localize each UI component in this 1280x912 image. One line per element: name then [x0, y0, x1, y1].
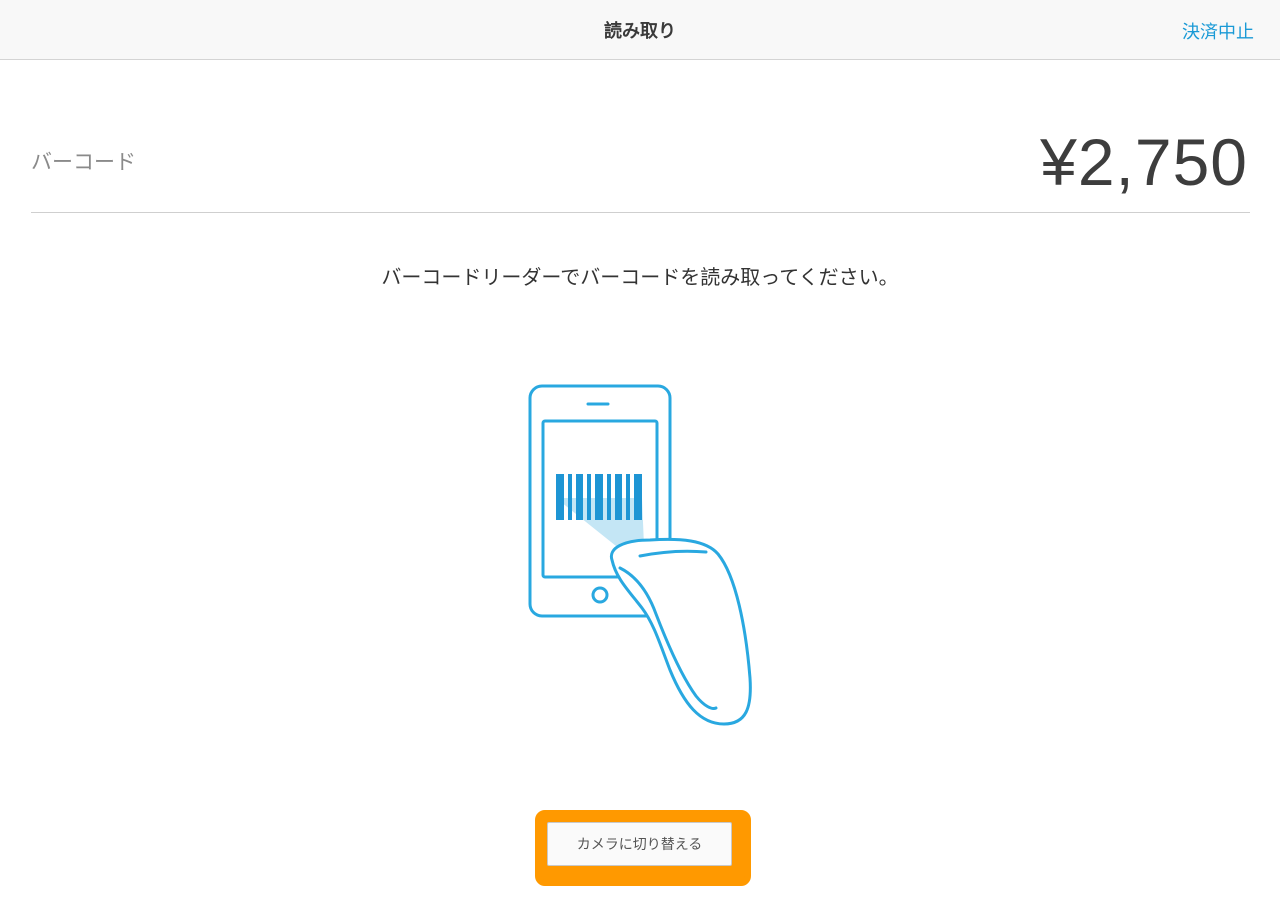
payment-amount: ¥2,750 [1040, 125, 1248, 199]
switch-to-camera-button[interactable]: カメラに切り替える [547, 822, 732, 866]
divider [31, 212, 1250, 213]
barcode-scanner-icon [520, 378, 760, 738]
page-title: 読み取り [604, 21, 676, 42]
cancel-payment-button[interactable]: 決済中止 [1182, 18, 1254, 44]
navigation-bar: 読み取り 決済中止 [0, 0, 1280, 60]
payment-method-label: バーコード [31, 150, 136, 174]
instruction-text: バーコードリーダーでバーコードを読み取ってください。 [381, 265, 899, 289]
